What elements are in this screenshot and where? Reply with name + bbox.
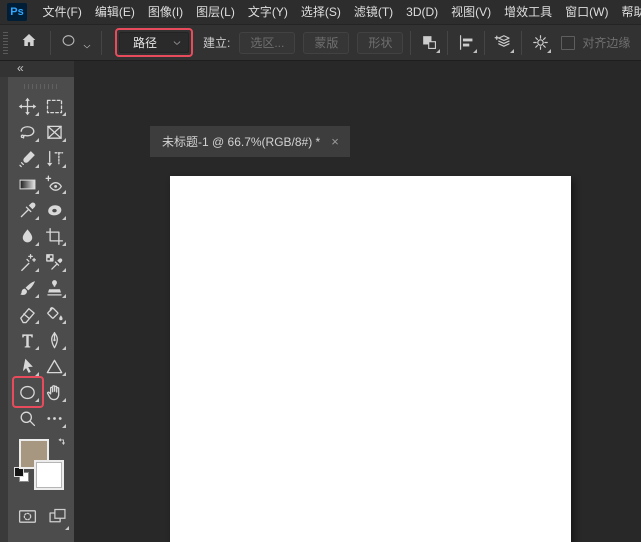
menu-help[interactable]: 帮助(H) [615, 0, 641, 24]
make-label: 建立: [203, 36, 231, 50]
chevron-down-icon [82, 38, 92, 48]
align-edges-label: 对齐边缘 [582, 36, 631, 50]
tool-options-bar: 路径 建立: 选区... 蒙版 形状 对齐边缘 [0, 25, 641, 61]
triangle-tool[interactable] [42, 353, 68, 379]
hand-tool[interactable] [42, 379, 68, 405]
brush-tool[interactable] [15, 275, 41, 301]
path-option-icons [418, 30, 552, 55]
path-alignment-icon[interactable] [455, 32, 478, 54]
rectangular-marquee-tool[interactable] [42, 93, 68, 119]
material-eyedropper-tool[interactable] [42, 249, 68, 275]
make-shape-button[interactable]: 形状 [357, 31, 404, 54]
menu-bar: Ps 文件(F) 编辑(E) 图像(I) 图层(L) 文字(Y) 选择(S) 滤镜(T) 3D… [0, 0, 641, 25]
tools-grid [8, 93, 74, 431]
menu-items: 文件(F) 编辑(E) 图像(I) 图层(L) 文字(Y) 选择(S) 滤镜(T) 3D(D)… [36, 0, 641, 24]
align-edges-checkbox[interactable] [561, 35, 576, 50]
background-color-swatch[interactable] [34, 460, 64, 490]
tool-mode-value: 路径 [133, 36, 158, 50]
separator [484, 30, 486, 55]
menu-view[interactable]: 视图(V) [445, 0, 498, 24]
panel-grip-handle[interactable] [24, 84, 58, 89]
screen-mode-button[interactable] [45, 507, 69, 531]
pen-tool[interactable] [42, 327, 68, 353]
separator [410, 30, 412, 55]
spot-healing-brush-tool[interactable] [15, 145, 41, 171]
red-eye-tool[interactable] [42, 171, 68, 197]
make-mask-button[interactable]: 蒙版 [303, 31, 350, 54]
home-button[interactable] [15, 29, 43, 57]
menu-image[interactable]: 图像(I) [141, 0, 189, 24]
eyedropper-tool[interactable] [15, 197, 41, 223]
menu-3d[interactable]: 3D(D) [400, 0, 445, 24]
collapse-panel-button[interactable]: « [0, 61, 74, 77]
photoshop-window: Ps 文件(F) 编辑(E) 图像(I) 图层(L) 文字(Y) 选择(S) 滤镜(T) 3D… [0, 0, 641, 542]
menu-select[interactable]: 选择(S) [294, 0, 347, 24]
make-buttons: 选区... 蒙版 形状 [239, 31, 404, 54]
menu-window[interactable]: 窗口(W) [559, 0, 615, 24]
separator [447, 30, 449, 55]
canvas-area: 未标题-1 @ 66.7%(RGB/8#) * × [74, 61, 641, 542]
ellipse-tool-icon [60, 32, 77, 54]
document-tab[interactable]: 未标题-1 @ 66.7%(RGB/8#) * × [150, 126, 350, 157]
crop-tool[interactable] [42, 223, 68, 249]
ellipse-tool[interactable] [11, 376, 44, 408]
magic-wand-tool[interactable] [15, 249, 41, 275]
document-tab-title: 未标题-1 @ 66.7%(RGB/8#) * [162, 135, 321, 149]
menu-edit[interactable]: 编辑(E) [88, 0, 141, 24]
separator [101, 30, 102, 55]
horizontal-type-tool[interactable] [15, 327, 41, 353]
options-grip-handle[interactable] [3, 31, 8, 54]
menu-file[interactable]: 文件(F) [36, 0, 88, 24]
photoshop-logo-icon: Ps [7, 3, 27, 21]
frame-tool[interactable] [42, 119, 68, 145]
document-canvas[interactable] [170, 176, 571, 542]
dock-bottom-buttons [8, 505, 74, 535]
tools-panel: « [0, 61, 74, 542]
quick-mask-icon [17, 506, 38, 532]
swap-colors-icon[interactable] [55, 437, 69, 451]
home-icon [20, 31, 38, 54]
make-selection-button[interactable]: 选区... [239, 31, 296, 54]
clone-stamp-tool[interactable] [42, 275, 68, 301]
quick-mask-button[interactable] [15, 507, 39, 531]
edit-toolbar[interactable] [42, 405, 68, 431]
paint-bucket-tool[interactable] [42, 301, 68, 327]
highlight-box-mode-dropdown: 路径 [115, 28, 193, 57]
chevron-down-icon [172, 38, 182, 48]
separator [521, 30, 523, 55]
move-tool[interactable] [15, 93, 41, 119]
path-operations-icon[interactable] [418, 32, 441, 54]
path-arrangement-icon[interactable] [492, 32, 515, 54]
patch-tool[interactable] [42, 197, 68, 223]
tool-preset-picker[interactable] [60, 32, 92, 54]
close-tab-button[interactable]: × [331, 135, 339, 148]
blur-tool[interactable] [15, 223, 41, 249]
type-mask-tool[interactable] [42, 145, 68, 171]
menu-plugins[interactable]: 增效工具 [498, 0, 559, 24]
eraser-tool[interactable] [15, 301, 41, 327]
color-swatches [8, 437, 74, 493]
menu-layer[interactable]: 图层(L) [190, 0, 242, 24]
screen-mode-icon [47, 506, 68, 532]
menu-type[interactable]: 文字(Y) [241, 0, 294, 24]
tools-panel-body [8, 77, 74, 542]
zoom-tool[interactable] [15, 405, 41, 431]
gradient-tool[interactable] [15, 171, 41, 197]
geometry-settings-icon[interactable] [529, 32, 552, 54]
menu-filter[interactable]: 滤镜(T) [347, 0, 399, 24]
tool-mode-dropdown[interactable]: 路径 [119, 32, 189, 53]
separator [50, 30, 51, 55]
lasso-tool[interactable] [15, 119, 41, 145]
default-colors-button[interactable] [14, 467, 29, 482]
